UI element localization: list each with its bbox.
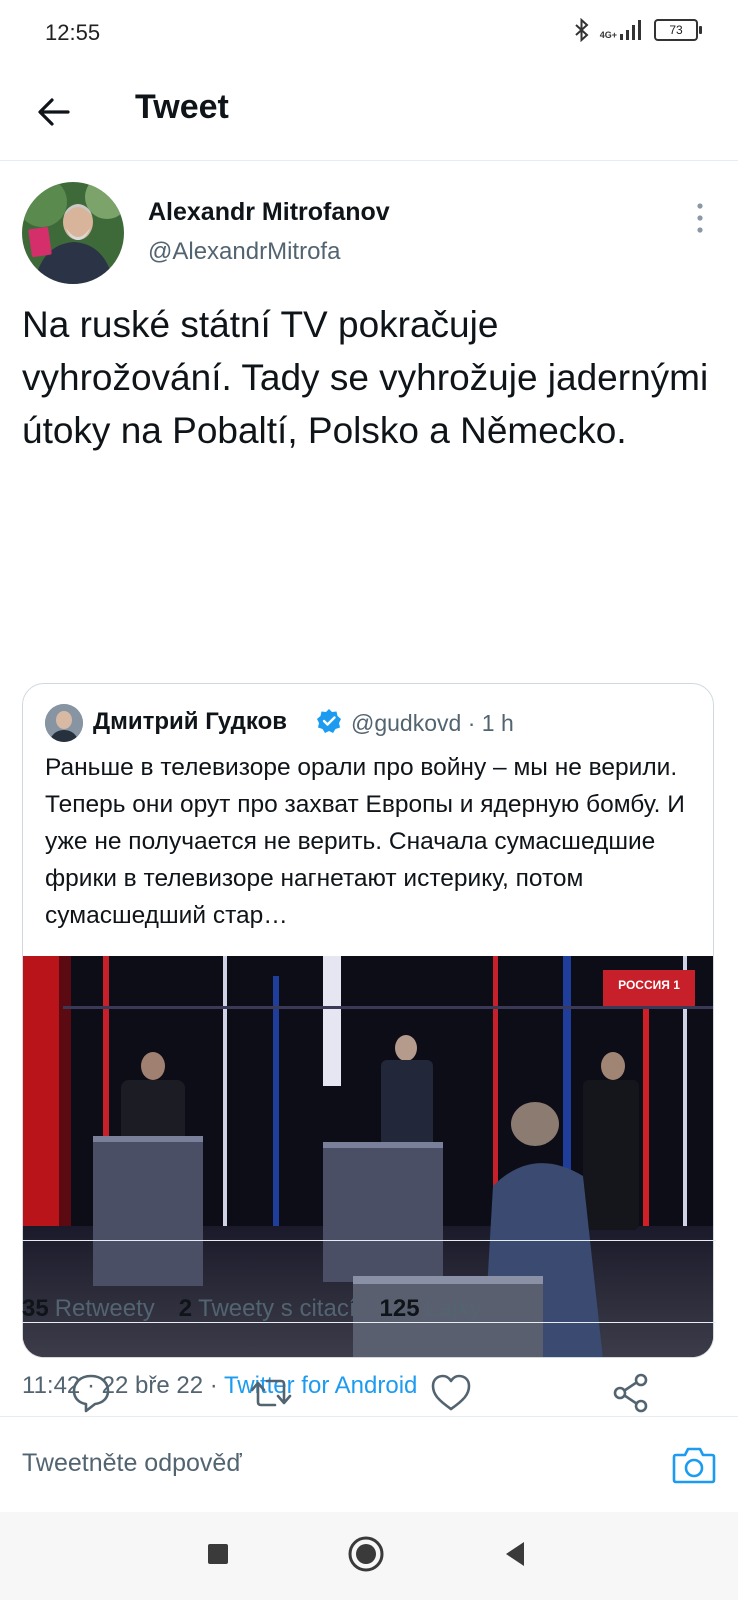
recents-button[interactable] (198, 1534, 238, 1574)
more-options-button[interactable] (690, 198, 710, 238)
bluetooth-icon (575, 18, 589, 42)
quoted-handle-line: @gudkovd · 1 h (351, 710, 514, 737)
camera-icon (672, 1447, 716, 1484)
reply-button[interactable] (68, 1370, 114, 1416)
retweet-button[interactable] (248, 1370, 294, 1416)
reply-bar: Tweetněte odpověď (0, 1416, 738, 1513)
heart-icon (431, 1374, 471, 1411)
quoted-avatar (45, 704, 83, 742)
network-type: 4G+ (599, 30, 617, 40)
share-icon (613, 1373, 648, 1413)
home-circle-icon (348, 1536, 384, 1572)
status-bar: 12:55 4G+ 73 (0, 0, 738, 68)
avatar-image (22, 182, 124, 284)
like-button[interactable] (428, 1370, 474, 1416)
verified-badge-icon (317, 709, 341, 733)
share-button[interactable] (608, 1370, 654, 1416)
divider (22, 1322, 716, 1323)
quoted-author-handle: @gudkovd (351, 710, 462, 736)
tweet-actions (0, 1370, 738, 1416)
back-button[interactable] (32, 90, 76, 134)
app-header: Tweet (0, 68, 738, 161)
retweets-stat[interactable]: 35 Retweety (22, 1295, 155, 1323)
arrow-left-icon (38, 98, 70, 126)
camera-button[interactable] (672, 1445, 716, 1485)
triangle-back-icon (506, 1542, 524, 1566)
author-handle[interactable]: @AlexandrMitrofa (148, 238, 340, 266)
channel-logo: РОССИЯ 1 (618, 978, 680, 992)
quoted-tweet-text: Раньше в телевизоре орали про войну – мы… (45, 754, 685, 929)
likes-stat[interactable]: 125 Lajky (380, 1295, 482, 1323)
reply-input[interactable]: Tweetněte odpověď (22, 1449, 242, 1478)
tweet-stats: 35 Retweety 2 Tweety s citací 125 Lajky (22, 1295, 482, 1323)
home-button[interactable] (346, 1534, 386, 1574)
retweet-icon (250, 1379, 292, 1407)
reply-icon (72, 1374, 110, 1413)
quoted-tweet[interactable]: Дмитрий Гудков @gudkovd · 1 h Раньше в т… (22, 683, 714, 1358)
status-icons: 4G+ 73 (574, 18, 702, 42)
page-title: Tweet (135, 88, 229, 126)
tweet-text: Na ruské státní TV pokračuje vyhrožování… (22, 304, 709, 451)
quoted-author-name: Дмитрий Гудков (93, 708, 287, 735)
back-nav-button[interactable] (496, 1534, 536, 1574)
more-vertical-icon (697, 203, 703, 233)
system-nav-bar (0, 1512, 738, 1600)
square-icon (208, 1544, 228, 1564)
quotes-stat[interactable]: 2 Tweety s citací (179, 1295, 356, 1323)
meta-separator: · (467, 710, 482, 736)
divider (22, 1240, 716, 1241)
battery-level: 73 (669, 23, 683, 37)
quoted-tweet-age: 1 h (481, 710, 514, 736)
avatar[interactable] (22, 182, 124, 284)
author-name[interactable]: Alexandr Mitrofanov (148, 198, 390, 227)
battery-icon: 73 (654, 19, 702, 41)
status-time: 12:55 (45, 20, 101, 45)
signal-icon: 4G+ (600, 20, 644, 40)
